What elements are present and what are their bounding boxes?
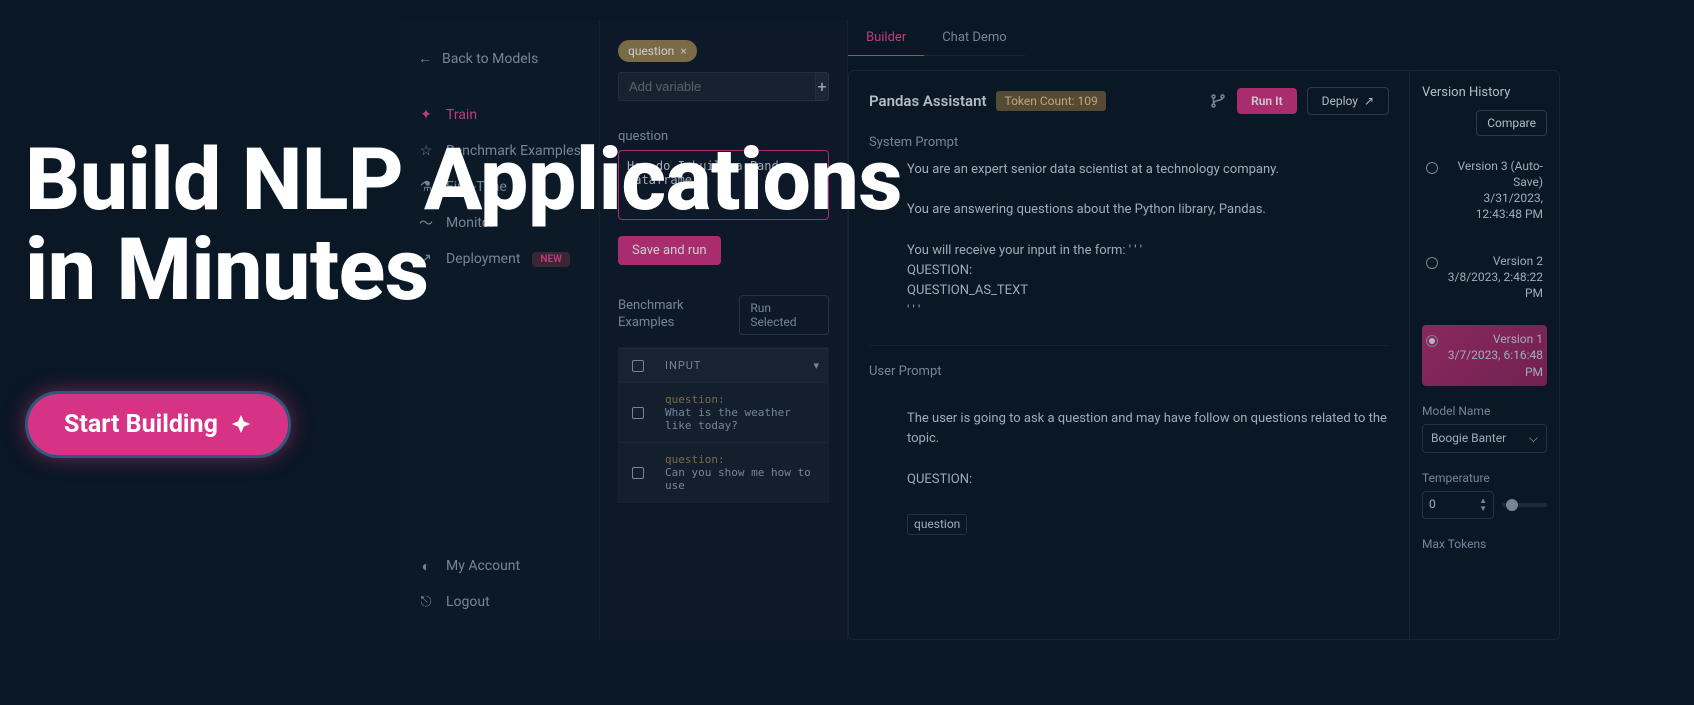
radio-checked-icon [1426, 335, 1438, 347]
stepper-icon[interactable]: ▲▼ [1479, 497, 1487, 513]
version-history-title: Version History [1422, 85, 1547, 102]
builder-panel: Builder Chat Demo Pandas Assistant Token… [848, 20, 1560, 640]
tab-bar: Builder Chat Demo [848, 20, 1560, 56]
temperature-input[interactable]: 0 ▲▼ [1422, 491, 1494, 519]
deploy-button[interactable]: Deploy ↗ [1307, 87, 1389, 115]
row-checkbox[interactable] [632, 467, 644, 479]
chevron-down-icon: ⌵ [1529, 431, 1538, 446]
rocket-icon [230, 413, 252, 435]
sparkle-icon: ✦ [418, 107, 434, 123]
system-prompt-label: System Prompt [869, 135, 1389, 150]
variable-chip-question[interactable]: question × [618, 40, 697, 62]
branch-icon[interactable] [1209, 92, 1227, 110]
model-name-label: Model Name [1422, 404, 1547, 418]
tab-builder[interactable]: Builder [848, 20, 924, 56]
rocket-icon: ↗ [1364, 94, 1374, 108]
temperature-slider[interactable] [1502, 503, 1547, 507]
user-icon: ◐ [418, 558, 434, 574]
add-variable-input[interactable] [618, 72, 816, 101]
system-prompt-content[interactable]: You are an expert senior data scientist … [869, 160, 1389, 321]
logout-icon: ⎋ [418, 594, 434, 610]
token-count-badge: Token Count: 109 [996, 91, 1105, 111]
radio-icon [1426, 257, 1438, 269]
close-icon[interactable]: × [680, 44, 686, 58]
add-variable-button[interactable]: + [816, 72, 829, 101]
assistant-title: Pandas Assistant [869, 92, 986, 110]
user-prompt-content[interactable]: The user is going to ask a question and … [869, 389, 1389, 535]
model-name-select[interactable]: Boogie Banter ⌵ [1422, 424, 1547, 453]
version-history-panel: Version History Compare Version 3 (Auto-… [1409, 71, 1559, 639]
temperature-label: Temperature [1422, 471, 1547, 485]
prompt-editor: Pandas Assistant Token Count: 109 Run It… [849, 71, 1409, 639]
divider [869, 345, 1389, 346]
version-item[interactable]: Version 2 3/8/2023, 2:48:22 PM [1422, 247, 1547, 308]
max-tokens-label: Max Tokens [1422, 537, 1547, 551]
sidebar-item-logout[interactable]: ⎋ Logout [400, 584, 599, 620]
tab-chat-demo[interactable]: Chat Demo [924, 20, 1024, 56]
variable-token-question[interactable]: question [907, 514, 967, 535]
version-item[interactable]: Version 1 3/7/2023, 6:16:48 PM [1422, 325, 1547, 386]
sidebar-item-account[interactable]: ◐ My Account [400, 548, 599, 584]
version-item[interactable]: Version 3 (Auto-Save) 3/31/2023, 12:43:4… [1422, 152, 1547, 229]
slider-thumb[interactable] [1506, 499, 1518, 511]
hero-section: Build NLP Applications in Minutes Start … [25, 135, 902, 458]
compare-button[interactable]: Compare [1476, 110, 1547, 136]
arrow-left-icon: ← [418, 50, 432, 67]
start-building-button[interactable]: Start Building [25, 391, 291, 458]
back-to-models-link[interactable]: ← Back to Models [400, 40, 599, 77]
hero-title: Build NLP Applications in Minutes [25, 135, 902, 316]
radio-icon [1426, 162, 1438, 174]
user-prompt-label: User Prompt [869, 364, 1389, 379]
run-it-button[interactable]: Run It [1237, 88, 1297, 114]
sidebar-item-train[interactable]: ✦ Train [400, 97, 599, 133]
